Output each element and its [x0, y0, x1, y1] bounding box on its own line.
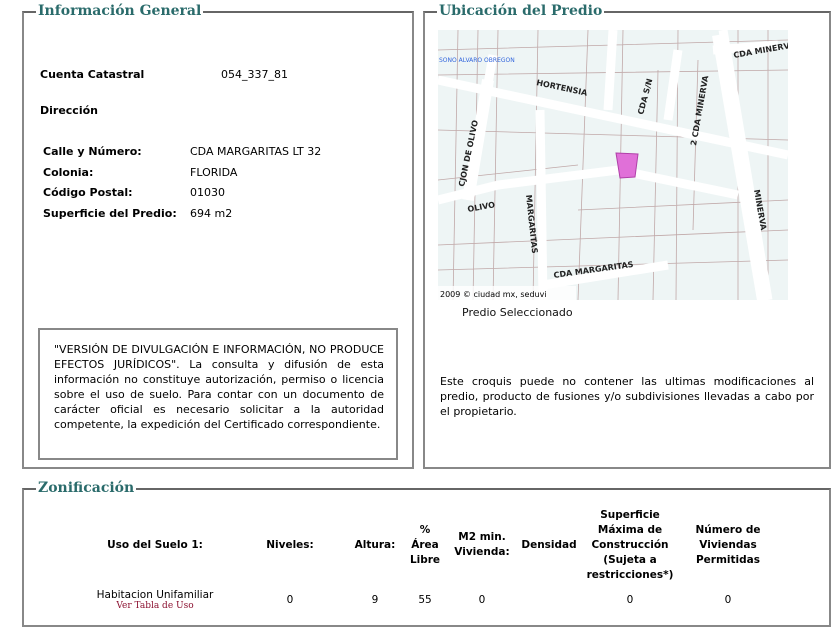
header-numero-viviendas: Número de Viviendas Permitidas [695, 524, 761, 566]
m2-min-value: 0 [478, 594, 486, 606]
map-caption: Predio Seleccionado [462, 306, 573, 319]
direccion-label: Dirección [40, 104, 98, 117]
panel-title: Ubicación del Predio [437, 2, 605, 20]
header-niveles: Niveles: [266, 539, 314, 551]
cp-value: 01030 [190, 186, 225, 199]
map-copyright: 2009 © ciudad mx, seduvi [440, 290, 547, 299]
ver-tabla-uso-link[interactable]: Ver Tabla de Uso [75, 601, 235, 611]
calle-value: CDA MARGARITAS LT 32 [190, 145, 322, 158]
panel-title: Zonificación [36, 479, 137, 497]
area-libre-value: 55 [418, 594, 432, 606]
header-area-libre: % Área Libre [409, 524, 441, 566]
superficie-label: Superficie del Predio: [43, 207, 177, 220]
map-disclaimer: Este croquis puede no contener las ultim… [440, 375, 814, 418]
location-map[interactable]: HORTENSIA CDA S/N CDA MINERVA 2 CDA MINE… [438, 30, 788, 300]
panel-title: Información General [36, 2, 204, 20]
altura-value: 9 [371, 594, 379, 606]
niveles-value: 0 [286, 594, 294, 606]
header-densidad: Densidad [521, 539, 577, 551]
cp-label: Código Postal: [43, 186, 133, 199]
viviendas-value: 0 [724, 594, 732, 606]
superficie-value: 0 [626, 594, 634, 606]
header-m2-min: M2 min. Vivienda: [454, 531, 510, 558]
colonia-value: FLORIDA [190, 166, 238, 179]
cuenta-label: Cuenta Catastral [40, 68, 145, 81]
map-label-delegacion: SONO ALVARO OBREGON [439, 57, 515, 64]
superficie-value: 694 m2 [190, 207, 233, 220]
header-superficie-maxima: Superficie Máxima de Construcción (Sujet… [586, 509, 674, 581]
header-uso-suelo: Uso del Suelo 1: [107, 539, 203, 551]
disclaimer-notice: "VERSIÓN DE DIVULGACIÓN E INFORMACIÓN, N… [38, 328, 398, 460]
calle-label: Calle y Número: [43, 145, 142, 158]
cuenta-value: 054_337_81 [221, 68, 288, 81]
uso-value: Habitacion Unifamiliar [96, 589, 214, 601]
colonia-label: Colonia: [43, 166, 94, 179]
header-altura: Altura: [354, 539, 396, 551]
